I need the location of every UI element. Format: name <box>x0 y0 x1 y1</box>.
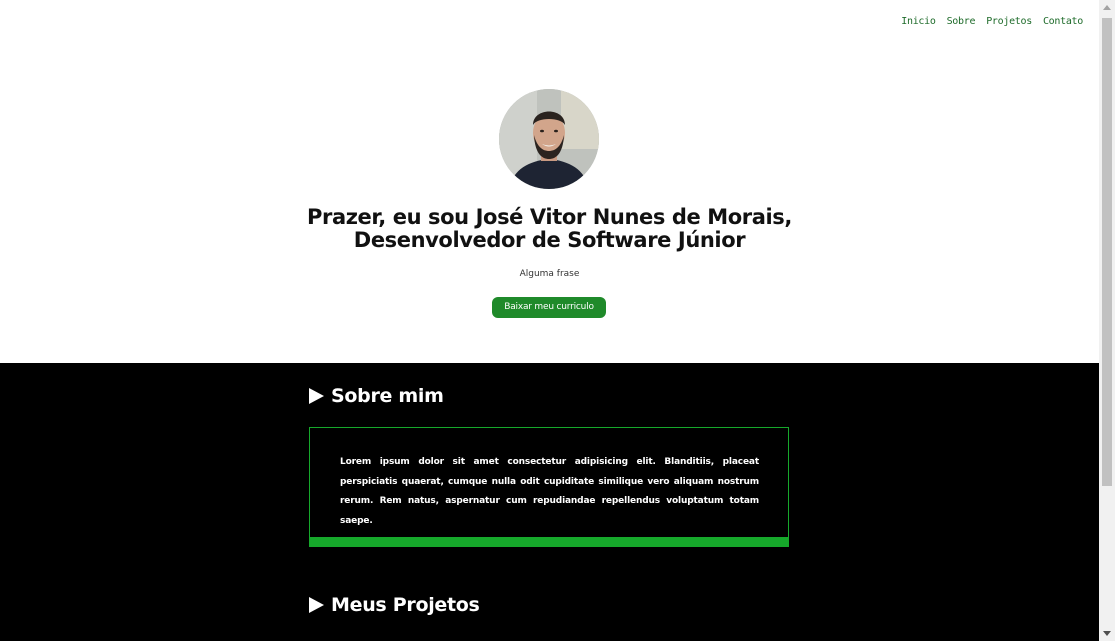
hero-title-line-2: Desenvolvedor de Software Júnior <box>353 228 746 252</box>
play-triangle-icon <box>309 597 324 613</box>
scrollbar-thumb[interactable] <box>1102 18 1112 486</box>
play-triangle-icon <box>309 388 324 404</box>
hero-section: Inicio Sobre Projetos Contato Prazer, eu <box>0 0 1099 363</box>
hero-title-line-1: Prazer, eu sou José Vitor Nunes de Morai… <box>307 205 792 229</box>
nav-link-inicio[interactable]: Inicio <box>901 16 936 27</box>
hero-title: Prazer, eu sou José Vitor Nunes de Morai… <box>0 206 1099 252</box>
nav-link-projetos[interactable]: Projetos <box>986 16 1032 27</box>
page-scrollbar[interactable] <box>1099 0 1115 641</box>
top-nav: Inicio Sobre Projetos Contato <box>901 16 1083 27</box>
about-heading-label: Sobre mim <box>331 385 444 407</box>
about-section: Sobre mim Lorem ipsum dolor sit amet con… <box>0 363 1099 641</box>
about-card: Lorem ipsum dolor sit amet consectetur a… <box>309 427 789 547</box>
scroll-down-arrow-icon[interactable] <box>1103 631 1111 636</box>
hero-subtitle: Alguma frase <box>519 269 580 279</box>
projects-heading-label: Meus Projetos <box>331 594 480 616</box>
nav-link-sobre[interactable]: Sobre <box>947 16 976 27</box>
page: Inicio Sobre Projetos Contato Prazer, eu <box>0 0 1099 641</box>
profile-avatar <box>499 89 599 189</box>
profile-photo-icon <box>499 89 599 189</box>
about-heading: Sobre mim <box>309 385 444 407</box>
download-cv-button[interactable]: Baixar meu curriculo <box>492 297 606 318</box>
about-card-accent-bar <box>309 537 789 547</box>
projects-heading: Meus Projetos <box>309 594 480 616</box>
nav-link-contato[interactable]: Contato <box>1043 16 1083 27</box>
about-text: Lorem ipsum dolor sit amet consectetur a… <box>340 457 759 526</box>
scroll-up-arrow-icon[interactable] <box>1103 5 1111 10</box>
